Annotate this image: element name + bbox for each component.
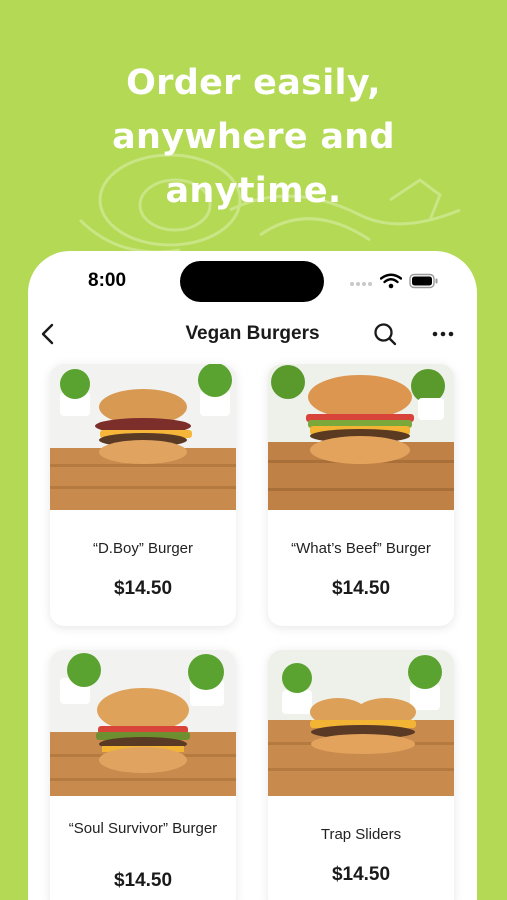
burger-photo — [50, 364, 236, 510]
headline-line-3: anytime. — [165, 171, 342, 211]
product-name: “D.Boy” Burger — [92, 540, 194, 557]
product-card[interactable]: “D.Boy” Burger $14.50 — [50, 364, 236, 626]
burger-photo — [268, 650, 454, 796]
navigation-bar: Vegan Burgers — [28, 311, 477, 359]
product-card[interactable]: Trap Sliders $14.50 — [268, 650, 454, 900]
dynamic-island — [180, 261, 324, 302]
status-bar: 8:00 — [28, 251, 477, 307]
product-price: $14.50 — [331, 864, 391, 885]
phone-frame: 8:00 Vegan Burgers “D.Boy” Burger $14.50… — [28, 251, 477, 900]
product-card[interactable]: “Soul Survivor” Burger $14.50 — [50, 650, 236, 900]
product-name: “Soul Survivor” Burger — [68, 820, 218, 837]
headline: Order easily, anywhere and anytime. — [0, 56, 507, 218]
product-price: $14.50 — [331, 578, 391, 599]
wifi-icon — [380, 273, 402, 289]
headline-line-1: Order easily, — [126, 63, 381, 103]
headline-line-2: anywhere and — [112, 117, 395, 157]
status-time: 8:00 — [88, 270, 127, 291]
more-icon[interactable] — [430, 321, 456, 347]
burger-photo — [50, 650, 236, 796]
product-card[interactable]: “What’s Beef” Burger $14.50 — [268, 364, 454, 626]
page-title: Vegan Burgers — [185, 323, 320, 344]
product-name: Trap Sliders — [320, 826, 402, 843]
battery-icon — [409, 273, 438, 289]
product-name: “What’s Beef” Burger — [291, 540, 431, 557]
search-icon[interactable] — [372, 321, 398, 347]
product-price: $14.50 — [113, 578, 173, 599]
product-price: $14.50 — [113, 870, 173, 891]
signal-dots-icon — [350, 282, 372, 286]
burger-photo — [268, 364, 454, 510]
